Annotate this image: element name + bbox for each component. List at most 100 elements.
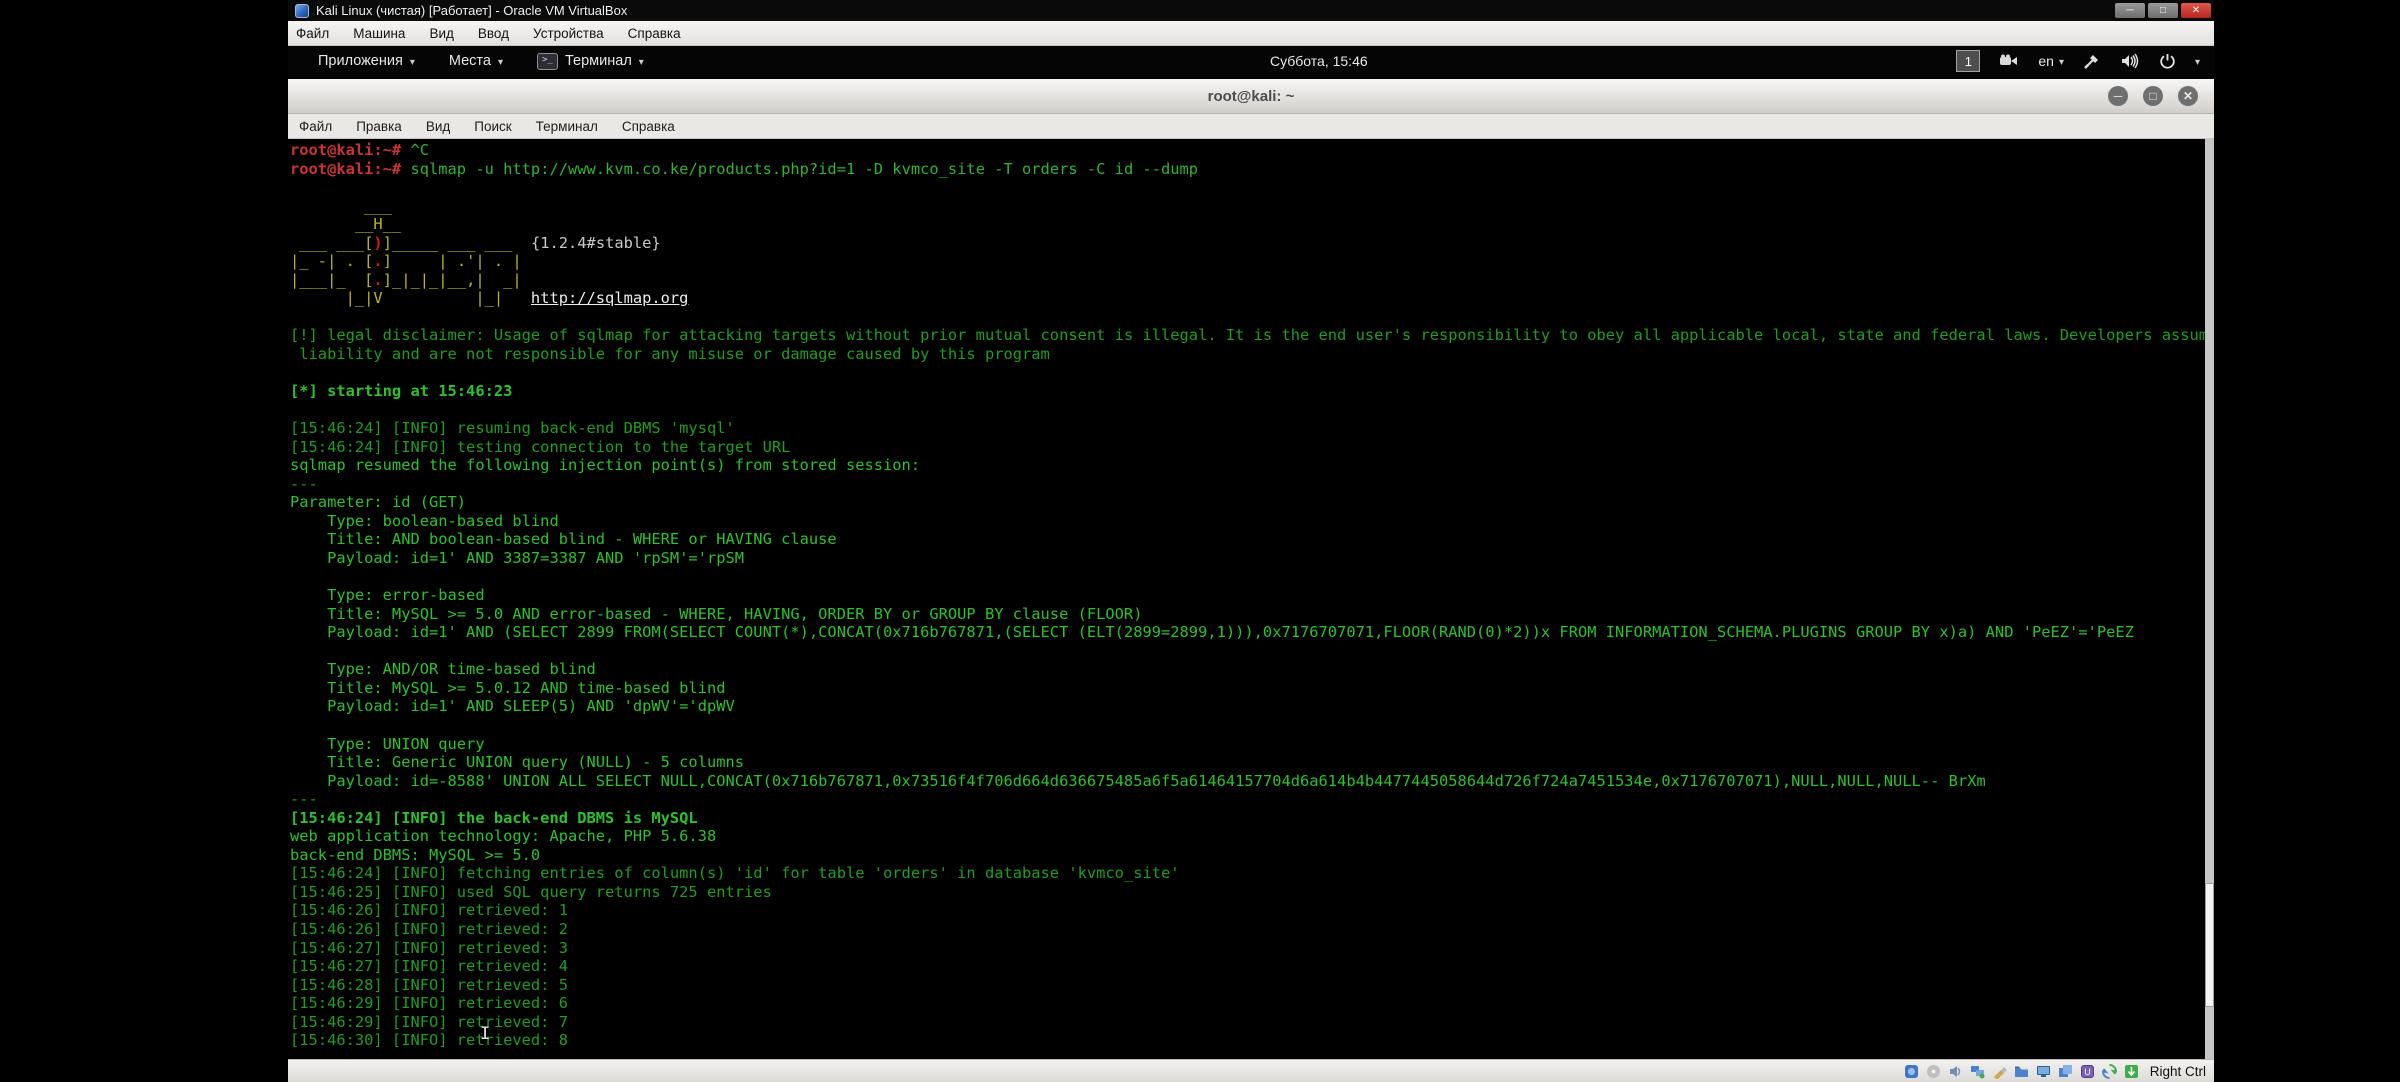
terminal-line: __H__ [290, 215, 2214, 234]
desktop-root: { "colors": { "terminal_bg": "#000000", … [0, 0, 2400, 1080]
workspace-indicator[interactable]: 1 [1956, 50, 1980, 72]
windows-cascade-icon[interactable] [2058, 1063, 2074, 1079]
terminal-line [290, 308, 2214, 327]
power-icon[interactable] [2159, 53, 2176, 70]
terminal-line [290, 364, 2214, 383]
auto-resize-icon[interactable] [2124, 1063, 2140, 1079]
terminal-line: Payload: id=1' AND (SELECT 2899 FROM(SEL… [290, 623, 2214, 642]
terminal-menu-view[interactable]: Вид [426, 119, 450, 134]
vbox-menu-devices[interactable]: Устройства [533, 26, 604, 41]
terminal-line: ___ [290, 197, 2214, 216]
chevron-down-icon: ▾ [2059, 57, 2064, 68]
terminal-line: web application technology: Apache, PHP … [290, 827, 2214, 846]
virtualbox-window: Kali Linux (чистая) [Работает] - Oracle … [288, 0, 2214, 1078]
terminal-line: [15:46:26] [INFO] retrieved: 1 [290, 901, 2214, 920]
terminal-line: Payload: id=-8588' UNION ALL SELECT NULL… [290, 772, 2214, 791]
terminal-app-label: Терминал [565, 53, 632, 69]
scrollbar-thumb[interactable] [2205, 883, 2214, 1007]
svg-text:U: U [2084, 1067, 2091, 1077]
host-key-label: Right Ctrl [2150, 1064, 2206, 1079]
applications-menu[interactable]: Приложения ▾ [318, 53, 415, 69]
minimize-button[interactable]: ─ [2115, 3, 2145, 18]
vbox-menu-help[interactable]: Справка [628, 26, 681, 41]
chevron-down-icon: ▾ [410, 57, 415, 68]
maximize-button[interactable]: □ [2148, 3, 2178, 18]
terminal-scrollbar[interactable] [2205, 139, 2214, 1059]
terminal-line: --- [290, 790, 2214, 809]
terminal-line: Title: MySQL >= 5.0.12 AND time-based bl… [290, 679, 2214, 698]
terminal-line: --- [290, 475, 2214, 494]
terminal-window-title: root@kali: ~ [1208, 88, 1295, 105]
terminal-menu-terminal[interactable]: Терминал [536, 119, 598, 134]
terminal-titlebar[interactable]: root@kali: ~ ─ □ ✕ [288, 79, 2214, 114]
terminal-maximize-button[interactable]: □ [2143, 86, 2163, 106]
terminal-screen[interactable]: root@kali:~# ^Croot@kali:~# sqlmap -u ht… [288, 139, 2214, 1059]
terminal-menu-search[interactable]: Поиск [474, 119, 511, 134]
vbox-window-controls: ─ □ ✕ [2115, 3, 2211, 18]
terminal-line: [15:46:24] [INFO] the back-end DBMS is M… [290, 809, 2214, 828]
network-icon[interactable] [1970, 1063, 1986, 1079]
terminal-line: ___ ___[)]_____ ___ ___ {1.2.4#stable} [290, 234, 2214, 253]
shared-folder-icon[interactable] [2014, 1063, 2030, 1079]
clock[interactable]: Суббота, 15:46 [1270, 46, 1368, 76]
audio-icon[interactable] [1948, 1063, 1964, 1079]
keyboard-layout-switcher[interactable]: en ▾ [2038, 53, 2064, 69]
terminal-line: |_|V |_| http://sqlmap.org [290, 289, 2214, 308]
shared-clipboard-icon[interactable] [2102, 1063, 2118, 1079]
terminal-line: [15:46:24] [INFO] testing connection to … [290, 438, 2214, 457]
terminal-line: Type: AND/OR time-based blind [290, 660, 2214, 679]
terminal-line: [15:46:30] [INFO] retrieved: 8 [290, 1031, 2214, 1050]
close-button[interactable]: ✕ [2181, 3, 2211, 18]
terminal-window-controls: ─ □ ✕ [2108, 86, 2198, 106]
terminal-minimize-button[interactable]: ─ [2108, 86, 2128, 106]
mouse-cursor-ibeam: I [480, 1025, 490, 1044]
terminal-line: [15:46:24] [INFO] resuming back-end DBMS… [290, 419, 2214, 438]
vbox-menu-file[interactable]: Файл [296, 26, 329, 41]
terminal-menu-help[interactable]: Справка [622, 119, 675, 134]
terminal-close-button[interactable]: ✕ [2178, 86, 2198, 106]
hard-disk-icon[interactable] [1904, 1063, 1920, 1079]
chevron-down-icon[interactable]: ▾ [2195, 57, 2200, 68]
terminal-line [290, 178, 2214, 197]
screen-recorder-icon[interactable] [1999, 54, 2019, 68]
volume-icon[interactable] [2120, 53, 2140, 69]
terminal-app-menu[interactable]: >_ Терминал ▾ [537, 53, 644, 70]
terminal-line [290, 642, 2214, 661]
terminal-line: [15:46:26] [INFO] retrieved: 2 [290, 920, 2214, 939]
chevron-down-icon: ▾ [498, 57, 503, 68]
terminal-line: Type: boolean-based blind [290, 512, 2214, 531]
kali-top-panel: Приложения ▾ Места ▾ >_ Терминал ▾ Суббо… [288, 46, 2214, 76]
keyboard-layout-label: en [2038, 53, 2054, 69]
terminal-line: back-end DBMS: MySQL >= 5.0 [290, 846, 2214, 865]
terminal-line: root@kali:~# ^C [290, 141, 2214, 160]
terminal-line: liability and are not responsible for an… [290, 345, 2214, 364]
usb-pen-icon[interactable] [1992, 1063, 2008, 1079]
terminal-line: Payload: id=1' AND SLEEP(5) AND 'dpWV'='… [290, 697, 2214, 716]
vbox-menu-machine[interactable]: Машина [353, 26, 405, 41]
vbox-titlebar[interactable]: Kali Linux (чистая) [Работает] - Oracle … [288, 0, 2214, 21]
terminal-line: Parameter: id (GET) [290, 493, 2214, 512]
terminal-line: Payload: id=1' AND 3387=3387 AND 'rpSM'=… [290, 549, 2214, 568]
places-menu[interactable]: Места ▾ [449, 53, 503, 69]
vbox-menu-view[interactable]: Вид [429, 26, 453, 41]
terminal-line: [15:46:27] [INFO] retrieved: 3 [290, 939, 2214, 958]
terminal-line: Title: Generic UNION query (NULL) - 5 co… [290, 753, 2214, 772]
terminal-icon: >_ [537, 53, 558, 70]
network-plug-icon[interactable] [2083, 52, 2101, 70]
optical-disc-icon[interactable] [1926, 1063, 1942, 1079]
terminal-line: [15:46:25] [INFO] used SQL query returns… [290, 883, 2214, 902]
terminal-line: [15:46:29] [INFO] retrieved: 7 [290, 1013, 2214, 1032]
display-icon[interactable] [2036, 1063, 2052, 1079]
terminal-line: Title: AND boolean-based blind - WHERE o… [290, 530, 2214, 549]
terminal-menu-edit[interactable]: Правка [356, 119, 402, 134]
terminal-line: [*] starting at 15:46:23 [290, 382, 2214, 401]
virtualbox-logo-icon [295, 4, 309, 18]
terminal-line: [!] legal disclaimer: Usage of sqlmap fo… [290, 326, 2214, 345]
vbox-menu-input[interactable]: Ввод [478, 26, 509, 41]
terminal-menu-file[interactable]: Файл [299, 119, 332, 134]
places-label: Места [449, 53, 491, 69]
terminal-line: [15:46:27] [INFO] retrieved: 4 [290, 957, 2214, 976]
terminal-line: sqlmap resumed the following injection p… [290, 456, 2214, 475]
usb-device-icon[interactable]: U [2080, 1063, 2096, 1079]
terminal-line: Type: UNION query [290, 735, 2214, 754]
